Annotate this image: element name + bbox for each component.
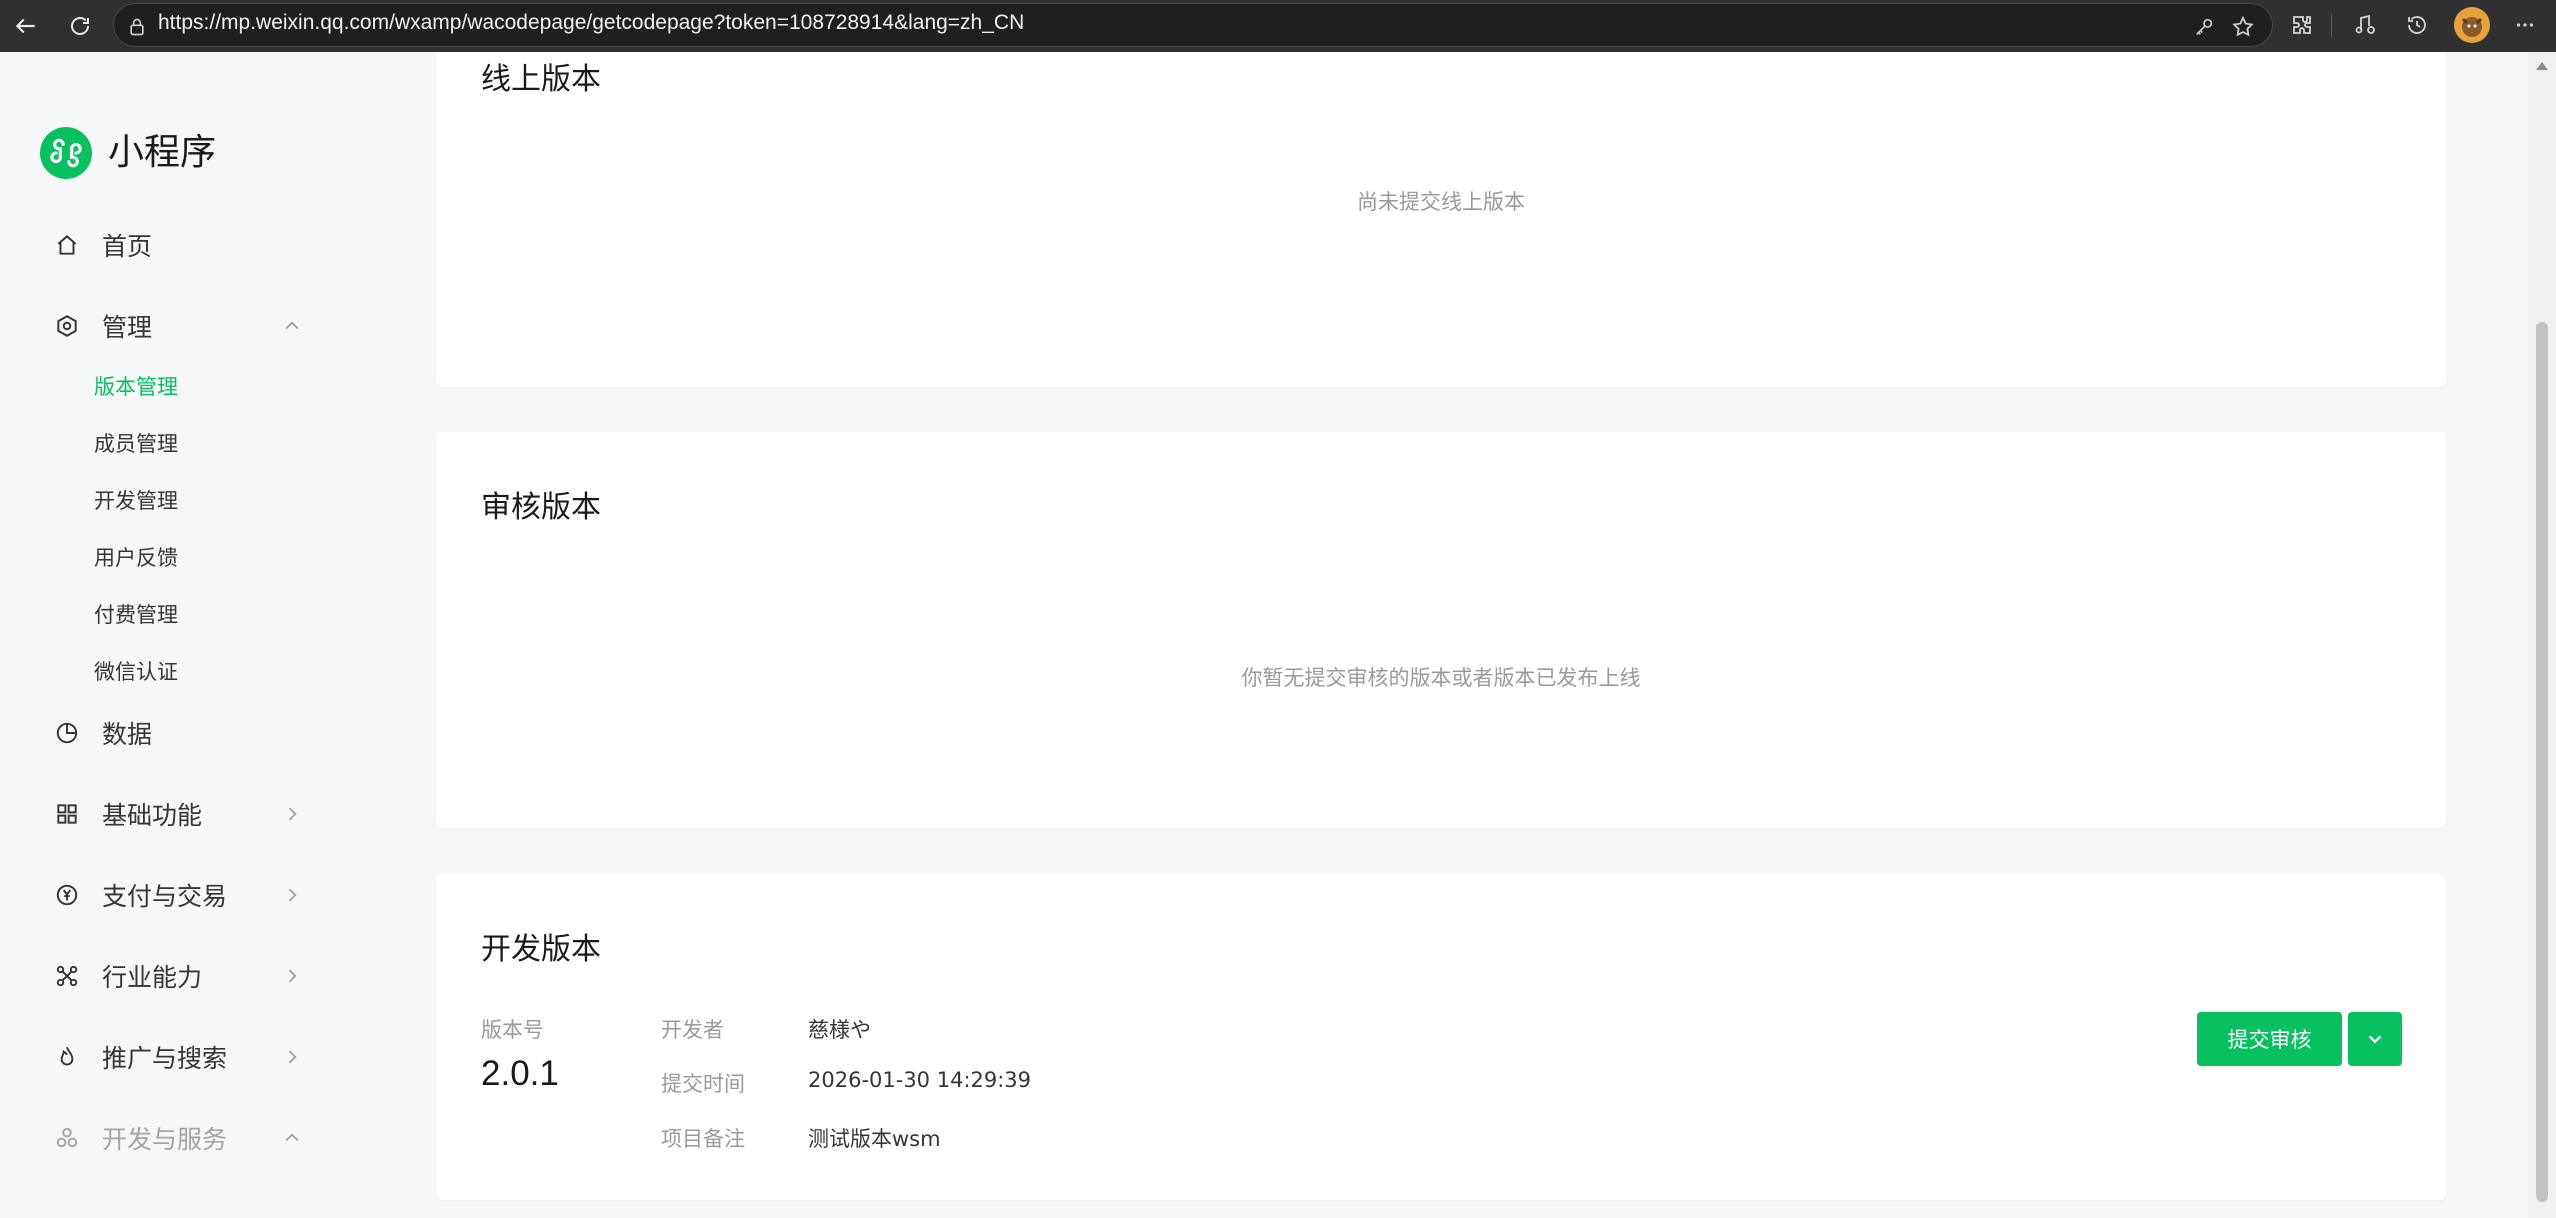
- chevron-right-icon[interactable]: [280, 964, 304, 988]
- toolbar-divider: [2331, 14, 2332, 38]
- grid-icon: [52, 799, 82, 829]
- developer-label: 开发者: [661, 1018, 724, 1042]
- settings-hex-icon: [52, 311, 82, 341]
- sidebar-item-industry[interactable]: 行业能力: [52, 956, 312, 996]
- page-content: 小程序 首页 管理 版本管理 成员管理 开发管理 用户反馈 付费管理 微信认证: [2, 52, 2528, 1218]
- sidebar-item-basic-features[interactable]: 基础功能: [52, 794, 312, 834]
- pie-chart-icon: [52, 718, 82, 748]
- reload-icon: [71, 17, 89, 35]
- home-icon: [52, 230, 82, 260]
- review-version-title: 审核版本: [481, 490, 601, 525]
- version-number-label: 版本号: [481, 1018, 544, 1042]
- yen-icon: [52, 880, 82, 910]
- dev-version-title: 开发版本: [481, 932, 601, 967]
- chevron-down-icon: [2368, 1035, 2382, 1044]
- online-version-empty: 尚未提交线上版本: [1357, 190, 1525, 214]
- scroll-up-arrow-icon: [2536, 62, 2548, 70]
- chevron-right-icon[interactable]: [280, 1045, 304, 1069]
- sidebar-item-home[interactable]: 首页: [52, 225, 312, 265]
- chevron-up-icon[interactable]: [280, 1126, 304, 1150]
- flame-icon: [52, 1042, 82, 1072]
- sidebar-subitem-member-manage[interactable]: 成员管理: [94, 429, 178, 459]
- sidebar-subitem-version-manage[interactable]: 版本管理: [94, 372, 178, 402]
- sidebar-item-label: 数据: [102, 720, 153, 749]
- reload-button[interactable]: [62, 8, 98, 44]
- sidebar: 小程序 首页 管理 版本管理 成员管理 开发管理 用户反馈 付费管理 微信认证: [2, 52, 378, 1218]
- sidebar-item-label: 首页: [102, 232, 153, 261]
- key-icon[interactable]: [2191, 14, 2217, 40]
- profile-avatar[interactable]: [2454, 7, 2490, 43]
- submit-time-value: 2026-01-30 14:29:39: [808, 1068, 1032, 1092]
- extensions-icon[interactable]: [2287, 10, 2317, 40]
- developer-value: 慈様や: [808, 1018, 871, 1042]
- sidebar-item-promotion-search[interactable]: 推广与搜索: [52, 1037, 312, 1077]
- back-button[interactable]: [8, 8, 44, 44]
- network-icon: [52, 961, 82, 991]
- sidebar-subitem-wechat-verify[interactable]: 微信认证: [94, 657, 178, 687]
- dev-version-card: 开发版本 版本号 2.0.1 开发者 慈様や 提交时间 2026-01-30 1…: [436, 874, 2446, 1200]
- online-version-title: 线上版本: [481, 62, 601, 97]
- url-text[interactable]: https://mp.weixin.qq.com/wxamp/wacodepag…: [158, 11, 1024, 35]
- sidebar-item-label: 基础功能: [102, 801, 203, 830]
- sidebar-item-payment-trade[interactable]: 支付与交易: [52, 875, 312, 915]
- review-version-empty: 你暂无提交审核的版本或者版本已发布上线: [1241, 666, 1641, 690]
- sidebar-item-manage[interactable]: 管理: [52, 306, 312, 346]
- sidebar-subitem-user-feedback[interactable]: 用户反馈: [94, 543, 178, 573]
- chevron-right-icon[interactable]: [280, 802, 304, 826]
- submit-options-dropdown-button[interactable]: [2348, 1012, 2402, 1066]
- review-version-card: 审核版本 你暂无提交审核的版本或者版本已发布上线: [436, 432, 2446, 828]
- sidebar-subitem-payment-manage[interactable]: 付费管理: [94, 600, 178, 630]
- chevron-up-icon[interactable]: [280, 314, 304, 338]
- version-number: 2.0.1: [481, 1054, 559, 1093]
- media-control-icon[interactable]: [2350, 10, 2380, 40]
- sidebar-item-data[interactable]: 数据: [52, 713, 312, 753]
- sidebar-item-label: 支付与交易: [102, 882, 228, 911]
- site-info-icon[interactable]: [124, 14, 150, 40]
- project-note-label: 项目备注: [661, 1127, 745, 1151]
- brand-title: 小程序: [108, 132, 217, 173]
- miniprogram-logo-icon[interactable]: [40, 127, 92, 179]
- project-note-value: 测试版本wsm: [808, 1127, 941, 1151]
- back-arrow-icon: [15, 18, 35, 34]
- submit-review-button[interactable]: 提交审核: [2197, 1012, 2342, 1066]
- online-version-card: 线上版本 尚未提交线上版本: [436, 52, 2446, 387]
- page-scrollbar[interactable]: [2528, 52, 2556, 1218]
- chevron-right-icon[interactable]: [280, 883, 304, 907]
- sidebar-item-label: 开发与服务: [102, 1125, 228, 1154]
- browser-toolbar: https://mp.weixin.qq.com/wxamp/wacodepag…: [0, 0, 2556, 52]
- sidebar-item-dev-service[interactable]: 开发与服务: [52, 1118, 312, 1158]
- sidebar-subitem-dev-manage[interactable]: 开发管理: [94, 486, 178, 516]
- more-menu-icon[interactable]: [2510, 10, 2540, 40]
- scrollbar-thumb[interactable]: [2536, 322, 2548, 1202]
- sidebar-item-label: 行业能力: [102, 963, 203, 992]
- submit-time-label: 提交时间: [661, 1072, 745, 1096]
- dev-service-icon: [52, 1123, 82, 1153]
- sidebar-item-label: 管理: [102, 313, 153, 342]
- history-icon[interactable]: [2402, 10, 2432, 40]
- sidebar-item-label: 推广与搜索: [102, 1044, 228, 1073]
- favorite-star-icon[interactable]: [2230, 14, 2256, 40]
